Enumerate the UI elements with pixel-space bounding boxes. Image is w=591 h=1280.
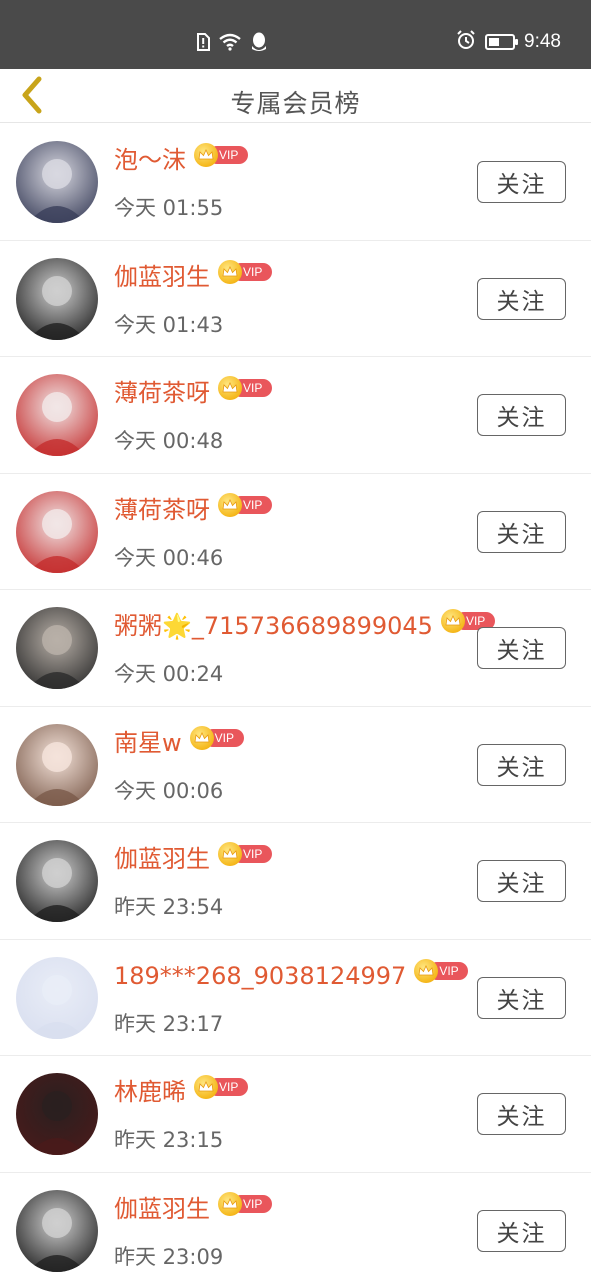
vip-badge: VIP xyxy=(218,259,272,284)
member-name: 泡～沫 xyxy=(114,146,186,174)
battery-level xyxy=(489,38,500,46)
follow-button[interactable]: 关注 xyxy=(477,1093,566,1135)
member-name: 伽蓝羽生 xyxy=(114,845,210,873)
member-name: 189***268_9038124997 xyxy=(114,961,407,990)
avatar[interactable] xyxy=(16,1073,98,1155)
follow-button[interactable]: 关注 xyxy=(477,1209,566,1252)
avatar[interactable] xyxy=(16,490,98,573)
member-name-line: 泡～沫 VIP xyxy=(114,143,248,175)
avatar[interactable] xyxy=(16,141,98,223)
member-name-line: 伽蓝羽生 VIP xyxy=(114,842,272,874)
list-item[interactable]: 伽蓝羽生 VIP 昨天 23:09 关注 xyxy=(0,1173,591,1280)
visit-time: 今天 00:06 xyxy=(114,778,224,803)
member-name-line: 伽蓝羽生 VIP xyxy=(114,259,272,292)
member-name-line: 南星w VIP xyxy=(114,725,244,758)
status-icons-left xyxy=(196,32,268,56)
vip-badge: VIP xyxy=(218,842,272,866)
list-item[interactable]: 189***268_9038124997 VIP 昨天 23:17 关注 xyxy=(0,940,591,1056)
crown-icon xyxy=(189,725,214,750)
follow-button[interactable]: 关注 xyxy=(477,627,566,669)
visit-time: 今天 00:46 xyxy=(114,545,224,570)
follow-button[interactable]: 关注 xyxy=(477,976,566,1019)
status-bar: 9:48 xyxy=(0,0,591,69)
member-name: 南星w xyxy=(114,728,182,757)
member-name: 伽蓝羽生 xyxy=(114,1194,210,1223)
follow-button[interactable]: 关注 xyxy=(477,860,566,902)
member-list: 泡～沫 VIP 今天 01:55 关注 伽蓝羽生 VIP 今天 01:43 关注… xyxy=(0,124,591,1280)
crown-icon xyxy=(218,1191,242,1216)
crown-icon xyxy=(414,958,439,983)
crown-icon xyxy=(440,609,465,633)
avatar[interactable] xyxy=(16,723,98,806)
list-item[interactable]: 薄荷茶呀 VIP 今天 00:46 关注 xyxy=(0,474,591,590)
wifi-icon xyxy=(218,33,242,55)
follow-button[interactable]: 关注 xyxy=(477,510,566,553)
status-icons-right: 9:48 xyxy=(456,30,561,54)
list-item[interactable]: 伽蓝羽生 VIP 今天 01:43 关注 xyxy=(0,241,591,357)
member-name: 伽蓝羽生 xyxy=(114,262,210,291)
visit-time: 昨天 23:17 xyxy=(114,1011,224,1036)
sim-alert-icon xyxy=(196,33,210,55)
crown-icon xyxy=(218,376,242,400)
follow-button[interactable]: 关注 xyxy=(477,394,566,436)
visit-time: 今天 00:24 xyxy=(114,662,224,686)
visit-time: 昨天 23:54 xyxy=(114,895,224,919)
page-title: 专属会员榜 xyxy=(230,89,361,118)
member-name: 薄荷茶呀 xyxy=(114,495,210,524)
member-name-line: 薄荷茶呀 VIP xyxy=(114,376,272,408)
member-name: 薄荷茶呀 xyxy=(114,379,210,407)
battery-icon xyxy=(485,34,519,50)
avatar[interactable] xyxy=(16,840,98,922)
qq-icon xyxy=(250,32,268,56)
avatar[interactable] xyxy=(16,257,98,340)
avatar[interactable] xyxy=(16,956,98,1039)
visit-time: 今天 01:43 xyxy=(114,312,224,337)
list-item[interactable]: 泡～沫 VIP 今天 01:55 关注 xyxy=(0,124,591,241)
avatar[interactable] xyxy=(16,607,98,689)
vip-badge: VIP xyxy=(218,1191,272,1216)
list-item[interactable]: 粥粥🌟_715736689899045 VIP 今天 00:24 关注 xyxy=(0,590,591,707)
list-item[interactable]: 南星w VIP 今天 00:06 关注 xyxy=(0,707,591,823)
crown-icon xyxy=(218,259,242,284)
member-name: 林鹿晞 xyxy=(114,1078,186,1106)
member-name-line: 粥粥🌟_715736689899045 VIP xyxy=(114,609,495,641)
vip-badge: VIP xyxy=(194,1075,248,1099)
follow-button[interactable]: 关注 xyxy=(477,743,566,786)
avatar[interactable] xyxy=(16,374,98,456)
vip-badge: VIP xyxy=(414,958,469,983)
follow-button[interactable]: 关注 xyxy=(477,277,566,320)
member-name-line: 伽蓝羽生 VIP xyxy=(114,1191,272,1224)
title-bar: 专属会员榜 xyxy=(0,69,591,123)
crown-icon xyxy=(218,842,242,866)
member-name-line: 薄荷茶呀 VIP xyxy=(114,492,272,525)
member-name: 粥粥🌟_715736689899045 xyxy=(114,612,433,640)
visit-time: 昨天 23:09 xyxy=(114,1244,224,1269)
follow-button[interactable]: 关注 xyxy=(477,161,566,203)
vip-badge: VIP xyxy=(189,725,244,750)
member-name-line: 林鹿晞 VIP xyxy=(114,1075,248,1107)
visit-time: 今天 00:48 xyxy=(114,429,224,453)
vip-badge: VIP xyxy=(218,376,272,400)
crown-icon xyxy=(194,143,218,167)
vip-badge: VIP xyxy=(194,143,248,167)
visit-time: 今天 01:55 xyxy=(114,196,224,220)
clock: 9:48 xyxy=(524,31,561,52)
crown-icon xyxy=(194,1075,218,1099)
list-item[interactable]: 伽蓝羽生 VIP 昨天 23:54 关注 xyxy=(0,823,591,940)
list-item[interactable]: 林鹿晞 VIP 昨天 23:15 关注 xyxy=(0,1056,591,1173)
crown-icon xyxy=(218,492,242,517)
vip-badge: VIP xyxy=(218,492,272,517)
avatar[interactable] xyxy=(16,1189,98,1272)
member-name-line: 189***268_9038124997 VIP xyxy=(114,958,469,991)
list-item[interactable]: 薄荷茶呀 VIP 今天 00:48 关注 xyxy=(0,357,591,474)
visit-time: 昨天 23:15 xyxy=(114,1128,224,1152)
alarm-icon xyxy=(456,30,476,54)
